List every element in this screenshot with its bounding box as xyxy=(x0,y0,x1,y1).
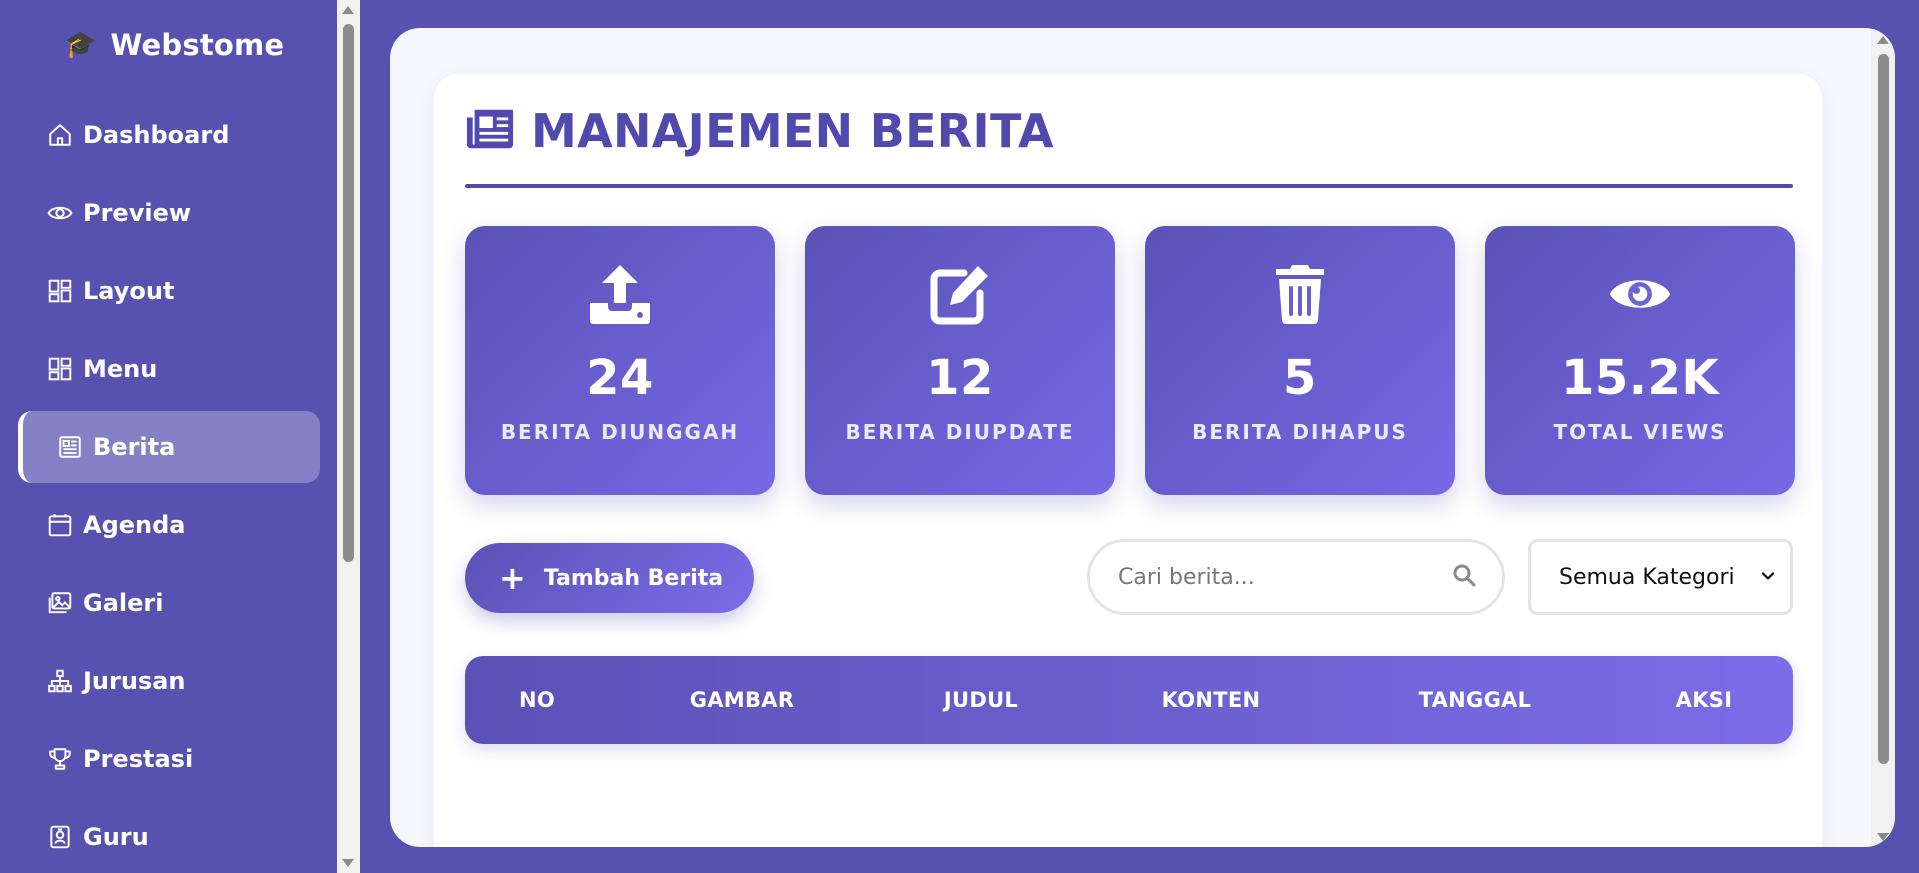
scroll-down-arrow-icon[interactable] xyxy=(1877,833,1889,841)
column-header-gambar[interactable]: GAMBAR xyxy=(690,656,795,744)
eye-icon xyxy=(1608,262,1672,326)
sidebar-item-layout[interactable]: Layout xyxy=(18,255,320,327)
main-content: MANAJEMEN BERITA 24 BERITA DIUNGGAH 12 B… xyxy=(390,28,1895,847)
trophy-icon xyxy=(47,746,73,772)
stat-label: BERITA DIUNGGAH xyxy=(500,420,740,444)
sidebar-item-label: Preview xyxy=(83,199,192,227)
stat-value: 15.2K xyxy=(1560,350,1720,406)
header-divider xyxy=(465,184,1793,188)
category-select[interactable]: Semua Kategori xyxy=(1528,539,1793,615)
brand[interactable]: 🎓 Webstome xyxy=(64,28,284,62)
search-icon[interactable] xyxy=(1452,563,1476,591)
stat-label: BERITA DIUPDATE xyxy=(845,420,1075,444)
main-scrollbar[interactable] xyxy=(1871,28,1895,847)
scrollbar-thumb[interactable] xyxy=(1878,54,1889,764)
sidebar-item-agenda[interactable]: Agenda xyxy=(18,489,320,561)
home-icon xyxy=(47,122,73,148)
berita-card: MANAJEMEN BERITA 24 BERITA DIUNGGAH 12 B… xyxy=(434,74,1822,847)
sidebar-item-label: Guru xyxy=(83,823,149,851)
page-title: MANAJEMEN BERITA xyxy=(531,104,1054,158)
stats-row: 24 BERITA DIUNGGAH 12 BERITA DIUPDATE 5 … xyxy=(465,226,1795,495)
trash-icon xyxy=(1268,262,1332,326)
stat-card-views: 15.2K TOTAL VIEWS xyxy=(1485,226,1795,495)
upload-icon xyxy=(588,262,652,326)
calendar-icon xyxy=(47,512,73,538)
category-selected-value: Semua Kategori xyxy=(1559,564,1735,590)
plus-icon: + xyxy=(499,559,526,597)
newspaper-icon xyxy=(57,434,83,460)
search-box xyxy=(1087,539,1505,615)
stat-value: 5 xyxy=(1283,350,1317,406)
sitemap-icon xyxy=(47,668,73,694)
sidebar-item-jurusan[interactable]: Jurusan xyxy=(18,645,320,717)
sidebar-nav: Dashboard Preview Layout Menu Berita Age… xyxy=(18,99,320,873)
sidebar-item-label: Layout xyxy=(83,277,175,305)
sidebar: 🎓 Webstome Dashboard Preview Layout Menu… xyxy=(0,0,337,873)
brand-name: Webstome xyxy=(110,28,285,62)
stat-value: 12 xyxy=(926,350,994,406)
sidebar-item-dashboard[interactable]: Dashboard xyxy=(18,99,320,171)
newspaper-icon xyxy=(465,107,515,155)
edit-icon xyxy=(928,262,992,326)
column-header-konten[interactable]: KONTEN xyxy=(1162,656,1261,744)
add-berita-label: Tambah Berita xyxy=(543,565,724,591)
scroll-up-arrow-icon[interactable] xyxy=(342,6,354,14)
sidebar-item-menu[interactable]: Menu xyxy=(18,333,320,405)
stat-card-deleted: 5 BERITA DIHAPUS xyxy=(1145,226,1455,495)
column-header-aksi[interactable]: AKSI xyxy=(1676,656,1733,744)
sidebar-item-preview[interactable]: Preview xyxy=(18,177,320,249)
id-badge-icon xyxy=(47,824,73,850)
stat-value: 24 xyxy=(586,350,654,406)
sidebar-item-galeri[interactable]: Galeri xyxy=(18,567,320,639)
add-berita-button[interactable]: + Tambah Berita xyxy=(465,543,754,613)
stat-card-updated: 12 BERITA DIUPDATE xyxy=(805,226,1115,495)
sidebar-item-label: Menu xyxy=(83,355,158,383)
table-header: NO GAMBAR JUDUL KONTEN TANGGAL AKSI xyxy=(465,656,1793,744)
column-header-tanggal[interactable]: TANGGAL xyxy=(1419,656,1532,744)
sidebar-item-label: Prestasi xyxy=(83,745,194,773)
sidebar-item-berita[interactable]: Berita xyxy=(18,411,320,483)
eye-icon xyxy=(47,200,73,226)
sidebar-item-label: Jurusan xyxy=(83,667,186,695)
column-header-judul[interactable]: JUDUL xyxy=(944,656,1018,744)
scrollbar-thumb[interactable] xyxy=(343,24,354,562)
sidebar-item-label: Dashboard xyxy=(83,121,230,149)
sidebar-item-prestasi[interactable]: Prestasi xyxy=(18,723,320,795)
stat-label: BERITA DIHAPUS xyxy=(1192,420,1408,444)
stat-label: TOTAL VIEWS xyxy=(1553,420,1727,444)
chevron-down-icon xyxy=(1760,565,1776,590)
sidebar-item-label: Berita xyxy=(93,433,176,461)
sidebar-scrollbar[interactable] xyxy=(337,0,360,873)
graduation-cap-icon: 🎓 xyxy=(64,30,97,60)
search-input[interactable] xyxy=(1118,564,1452,590)
layout-icon xyxy=(47,356,73,382)
scroll-up-arrow-icon[interactable] xyxy=(1877,36,1889,44)
stat-card-uploaded: 24 BERITA DIUNGGAH xyxy=(465,226,775,495)
column-header-no[interactable]: NO xyxy=(519,656,555,744)
images-icon xyxy=(47,590,73,616)
sidebar-item-label: Galeri xyxy=(83,589,164,617)
sidebar-item-guru[interactable]: Guru xyxy=(18,801,320,873)
page-header: MANAJEMEN BERITA xyxy=(465,104,1054,158)
scroll-down-arrow-icon[interactable] xyxy=(342,859,354,867)
sidebar-item-label: Agenda xyxy=(83,511,186,539)
layout-icon xyxy=(47,278,73,304)
